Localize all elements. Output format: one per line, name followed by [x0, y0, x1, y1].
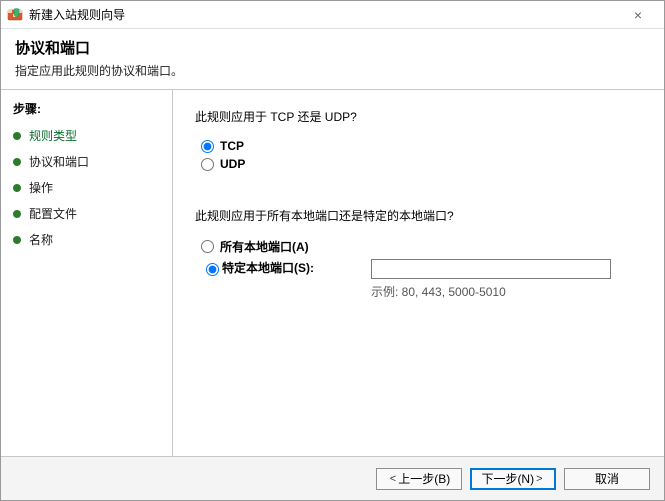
- wizard-window: 新建入站规则向导 × 协议和端口 指定应用此规则的协议和端口。 步骤: 规则类型…: [0, 0, 665, 501]
- close-button[interactable]: ×: [618, 7, 658, 23]
- next-button[interactable]: 下一步(N) >: [470, 468, 556, 490]
- step-label: 规则类型: [29, 127, 77, 144]
- tcp-radio[interactable]: [201, 140, 214, 153]
- port-question: 此规则应用于所有本地端口还是特定的本地端口?: [195, 207, 646, 224]
- footer: < 上一步(B) 下一步(N) > 取消: [1, 456, 664, 500]
- bullet-icon: [13, 184, 21, 192]
- step-label: 配置文件: [29, 205, 77, 222]
- ports-input[interactable]: [371, 259, 611, 279]
- header: 协议和端口 指定应用此规则的协议和端口。: [1, 29, 664, 85]
- specific-ports-option[interactable]: 特定本地端口(S):: [201, 259, 371, 276]
- cancel-button[interactable]: 取消: [564, 468, 650, 490]
- step-profile[interactable]: 配置文件: [13, 205, 166, 222]
- steps-pane: 步骤: 规则类型 协议和端口 操作 配置文件 名称: [1, 90, 173, 456]
- content-pane: 此规则应用于 TCP 还是 UDP? TCP UDP 此规则应用于所有本地端口还…: [173, 90, 664, 456]
- udp-option[interactable]: UDP: [201, 157, 646, 171]
- all-ports-label: 所有本地端口(A): [220, 238, 309, 255]
- specific-ports-radio[interactable]: [206, 263, 219, 276]
- cancel-label: 取消: [595, 470, 619, 487]
- step-label: 名称: [29, 231, 53, 248]
- bullet-icon: [13, 132, 21, 140]
- chevron-right-icon: >: [534, 473, 544, 485]
- chevron-left-icon: <: [388, 473, 398, 485]
- tcp-option[interactable]: TCP: [201, 139, 646, 153]
- bullet-icon: [13, 210, 21, 218]
- bullet-icon: [13, 158, 21, 166]
- all-ports-radio[interactable]: [201, 240, 214, 253]
- all-ports-option[interactable]: 所有本地端口(A): [201, 238, 646, 255]
- body: 步骤: 规则类型 协议和端口 操作 配置文件 名称: [1, 90, 664, 456]
- firewall-shield-icon: [7, 7, 23, 23]
- bullet-icon: [13, 236, 21, 244]
- ports-example: 示例: 80, 443, 5000-5010: [371, 283, 611, 300]
- udp-label: UDP: [220, 157, 245, 171]
- step-name[interactable]: 名称: [13, 231, 166, 248]
- step-action[interactable]: 操作: [13, 179, 166, 196]
- step-label: 协议和端口: [29, 153, 89, 170]
- window-title: 新建入站规则向导: [29, 6, 125, 23]
- back-button[interactable]: < 上一步(B): [376, 468, 462, 490]
- step-protocol-port[interactable]: 协议和端口: [13, 153, 166, 170]
- page-title: 协议和端口: [15, 37, 650, 58]
- page-subtitle: 指定应用此规则的协议和端口。: [15, 62, 650, 79]
- next-label: 下一步(N): [481, 470, 534, 487]
- protocol-question: 此规则应用于 TCP 还是 UDP?: [195, 108, 646, 125]
- specific-ports-label: 特定本地端口(S):: [222, 259, 314, 276]
- steps-title: 步骤:: [13, 100, 166, 117]
- step-label: 操作: [29, 179, 53, 196]
- title-bar: 新建入站规则向导 ×: [1, 1, 664, 29]
- back-label: 上一步(B): [398, 470, 450, 487]
- step-rule-type[interactable]: 规则类型: [13, 127, 166, 144]
- udp-radio[interactable]: [201, 158, 214, 171]
- tcp-label: TCP: [220, 139, 244, 153]
